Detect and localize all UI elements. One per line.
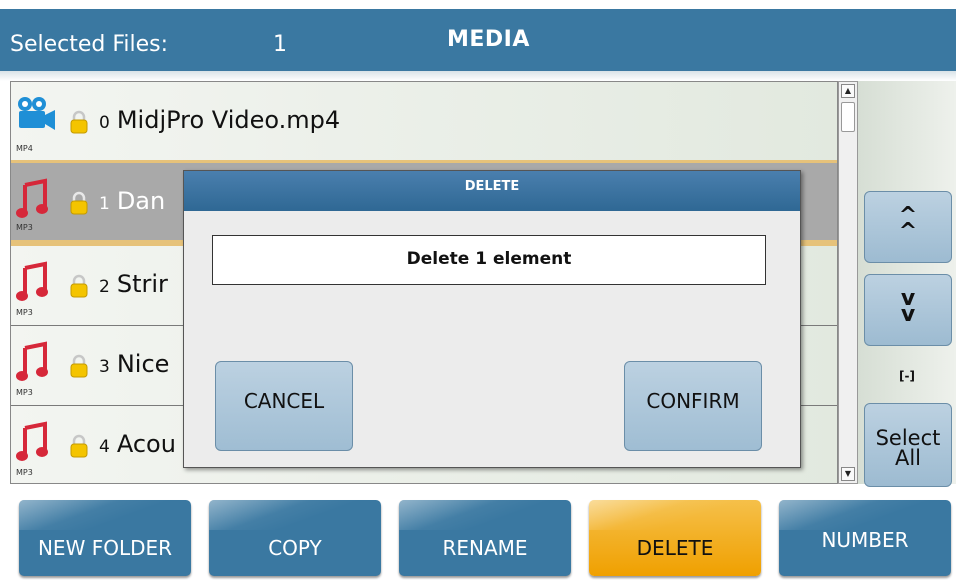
rename-button[interactable]: RENAME (399, 500, 571, 576)
file-name: 0 MidjPro Video.mp4 (99, 106, 340, 134)
file-name-text: Acou (116, 430, 176, 458)
lock-icon (69, 354, 89, 378)
double-chevron-up-icon: ^ ^ (898, 203, 918, 244)
file-type-label: MP3 (16, 308, 33, 317)
file-type-label: MP3 (16, 388, 33, 397)
file-index: 3 (99, 357, 110, 377)
page-down-button[interactable]: vv (864, 274, 952, 346)
selected-files-label: Selected Files: (10, 32, 169, 57)
file-type-label: MP4 (16, 144, 33, 153)
cancel-button[interactable]: CANCEL (215, 361, 353, 451)
select-all-button[interactable]: Select All (864, 403, 952, 487)
file-index: 4 (99, 437, 110, 457)
lock-icon (69, 191, 89, 215)
button-shine (779, 500, 951, 530)
button-label: COPY (268, 536, 322, 560)
double-chevron-down-icon: vv (900, 286, 916, 327)
dialog-title: DELETE (184, 171, 800, 211)
button-label: NUMBER (821, 528, 909, 552)
file-list-scrollbar[interactable]: ▲ ▼ (838, 81, 858, 484)
confirm-button[interactable]: CONFIRM (624, 361, 762, 451)
range-indicator: [-] (899, 369, 915, 383)
button-shine (19, 500, 191, 530)
new-folder-button[interactable]: NEW FOLDER (19, 500, 191, 576)
file-name: 2 Strir (99, 270, 168, 298)
scroll-up-arrow-icon[interactable]: ▲ (841, 84, 855, 98)
number-button[interactable]: NUMBER (779, 500, 951, 576)
header-shadow (0, 71, 956, 81)
button-shine (589, 500, 761, 530)
file-name-text: Nice (116, 350, 170, 378)
video-camera-icon (15, 94, 57, 150)
scroll-down-arrow-icon[interactable]: ▼ (841, 467, 855, 481)
bottom-toolbar: NEW FOLDER COPY RENAME DELETE NUMBER (0, 490, 956, 580)
header-bar: Selected Files: 1 MEDIA (0, 9, 956, 71)
button-label: DELETE (636, 536, 714, 560)
music-note-icon (15, 258, 57, 314)
file-type-label: MP3 (16, 468, 33, 477)
lock-icon (69, 274, 89, 298)
file-index: 2 (99, 277, 110, 297)
file-index: 0 (99, 113, 110, 133)
file-type-label: MP3 (16, 223, 33, 232)
copy-button[interactable]: COPY (209, 500, 381, 576)
file-name: 3 Nice (99, 350, 169, 378)
page-title: MEDIA (447, 27, 530, 52)
file-name: 1 Dan (99, 187, 165, 215)
scroll-thumb[interactable] (841, 102, 855, 132)
side-panel: ^ ^ vv [-] Select All (858, 81, 956, 487)
button-label: RENAME (442, 536, 528, 560)
file-name: 4 Acou (99, 430, 176, 458)
selected-files-count: 1 (273, 32, 287, 57)
music-note-icon (15, 338, 57, 394)
dialog-message: Delete 1 element (212, 235, 766, 285)
file-name-text: Strir (116, 270, 168, 298)
delete-button[interactable]: DELETE (589, 500, 761, 576)
lock-icon (69, 110, 89, 134)
file-index: 1 (99, 194, 110, 214)
page-up-button[interactable]: ^ ^ (864, 191, 952, 263)
file-name-text: MidjPro Video.mp4 (116, 106, 341, 134)
file-name-text: Dan (116, 187, 166, 215)
button-shine (209, 500, 381, 530)
button-shine (399, 500, 571, 530)
delete-dialog: DELETE Delete 1 element CANCEL CONFIRM (183, 170, 801, 468)
music-note-icon (15, 418, 57, 474)
button-label: NEW FOLDER (37, 536, 173, 560)
file-row[interactable]: MP4 0 MidjPro Video.mp4 (11, 82, 837, 162)
lock-icon (69, 434, 89, 458)
